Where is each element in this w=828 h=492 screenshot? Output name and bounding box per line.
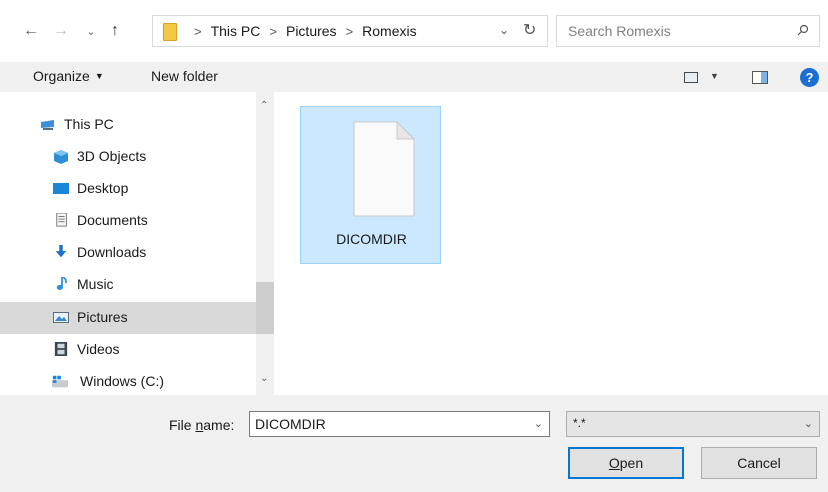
navigation-scrollbar[interactable]: ⌃ ⌄	[256, 92, 274, 395]
pictures-icon	[53, 312, 69, 323]
sidebar-item-label: Desktop	[77, 180, 129, 196]
breadcrumb-separator[interactable]: >	[194, 24, 202, 39]
file-type-filter[interactable]: *.* ⌄	[566, 411, 820, 437]
change-view-icon[interactable]	[684, 72, 698, 83]
music-icon	[56, 277, 67, 290]
open-label-rest: pen	[619, 455, 644, 471]
sidebar-item-label: Pictures	[77, 309, 128, 325]
file-name-label: File name:	[169, 417, 234, 433]
sidebar-item-videos[interactable]: Videos	[0, 334, 256, 366]
downloads-icon	[55, 245, 67, 258]
file-name-label-suffix: ame:	[203, 417, 235, 433]
view-options-caret-icon[interactable]: ▼	[710, 71, 719, 81]
file-dialog-footer: File name: DICOMDIR ⌄ *.* ⌄ Open Cancel	[0, 395, 828, 492]
sidebar-item-label: Downloads	[77, 244, 147, 260]
sidebar-item-windows-c[interactable]: Windows (C:)	[0, 366, 256, 398]
drive-icon	[52, 375, 68, 388]
videos-icon	[54, 342, 68, 356]
caret-down-icon: ▼	[94, 71, 104, 81]
breadcrumb-pictures[interactable]: Pictures	[286, 23, 337, 39]
breadcrumb-separator[interactable]: >	[269, 24, 277, 39]
file-name-label: DICOMDIR	[336, 231, 407, 247]
sidebar-item-this-pc[interactable]: This PC	[0, 109, 256, 141]
pc-icon	[41, 120, 54, 130]
scroll-down-icon[interactable]: ⌄	[260, 373, 268, 384]
arrow-right-icon: →	[53, 22, 69, 39]
address-bar[interactable]: > This PC > Pictures > Romexis ⌄ ↻	[152, 15, 548, 47]
breadcrumb-romexis[interactable]: Romexis	[362, 23, 416, 39]
3d-objects-icon	[54, 150, 68, 164]
file-name-field[interactable]: DICOMDIR ⌄	[249, 411, 550, 437]
sidebar-item-pictures[interactable]: Pictures	[0, 302, 256, 334]
search-input[interactable]: Search Romexis	[568, 23, 671, 39]
new-folder-button[interactable]: New folder	[151, 68, 218, 84]
command-bar: Organize ▼ New folder ▼ ?	[0, 62, 828, 92]
breadcrumb: > This PC > Pictures > Romexis	[185, 16, 417, 46]
file-type-chevron-icon[interactable]: ⌄	[804, 417, 813, 430]
organize-button[interactable]: Organize ▼	[33, 68, 104, 84]
chevron-down-icon: ⌄	[86, 25, 96, 38]
open-label-accesskey: O	[608, 455, 620, 471]
navigation-pane: This PC 3D Objects Desktop Documents Dow…	[0, 92, 276, 395]
sidebar-item-documents[interactable]: Documents	[0, 205, 256, 237]
help-button[interactable]: ?	[800, 68, 819, 87]
address-row: ← → ⌄ ↑ > This PC > Pictures > Romexis ⌄…	[0, 0, 828, 62]
folder-icon	[163, 23, 177, 41]
file-name-value[interactable]: DICOMDIR	[255, 416, 326, 432]
breadcrumb-separator[interactable]: >	[346, 24, 354, 39]
back-button[interactable]: ←	[20, 20, 42, 42]
file-icon	[353, 121, 415, 217]
sidebar-item-label: Videos	[77, 341, 120, 357]
preview-pane-icon[interactable]	[752, 71, 768, 84]
file-name-dropdown-chevron-icon[interactable]: ⌄	[534, 417, 543, 430]
recent-locations-button[interactable]: ⌄	[80, 20, 102, 42]
up-button[interactable]: ↑	[104, 20, 126, 42]
breadcrumb-this-pc[interactable]: This PC	[211, 23, 261, 39]
search-icon[interactable]	[797, 24, 809, 36]
cancel-button[interactable]: Cancel	[701, 447, 817, 479]
address-dropdown-chevron-icon[interactable]: ⌄	[499, 23, 509, 37]
file-type-value: *.*	[573, 416, 586, 430]
arrow-left-icon: ←	[23, 22, 39, 39]
documents-icon	[56, 213, 67, 227]
sidebar-item-3d-objects[interactable]: 3D Objects	[0, 141, 256, 173]
sidebar-item-label: This PC	[64, 116, 114, 132]
sidebar-item-downloads[interactable]: Downloads	[0, 237, 256, 269]
file-name-label-prefix: File	[169, 417, 196, 433]
file-item-dicomdir[interactable]: DICOMDIR	[300, 106, 441, 264]
sidebar-item-desktop[interactable]: Desktop	[0, 173, 256, 205]
sidebar-item-label: Documents	[77, 212, 148, 228]
sidebar-item-label: Music	[77, 276, 114, 292]
file-list: DICOMDIR	[276, 92, 828, 395]
desktop-icon	[53, 183, 69, 194]
refresh-icon[interactable]: ↻	[523, 20, 536, 40]
open-button[interactable]: Open	[568, 447, 684, 479]
sidebar-item-music[interactable]: Music	[0, 269, 256, 301]
help-icon: ?	[805, 70, 814, 85]
organize-label: Organize	[33, 68, 90, 84]
scroll-up-icon[interactable]: ⌃	[260, 100, 268, 111]
scroll-thumb[interactable]	[256, 282, 274, 334]
sidebar-item-label: 3D Objects	[77, 148, 147, 164]
sidebar-item-label: Windows (C:)	[80, 373, 165, 389]
forward-button[interactable]: →	[50, 20, 72, 42]
search-box[interactable]: Search Romexis	[556, 15, 820, 47]
arrow-up-icon: ↑	[111, 22, 119, 39]
